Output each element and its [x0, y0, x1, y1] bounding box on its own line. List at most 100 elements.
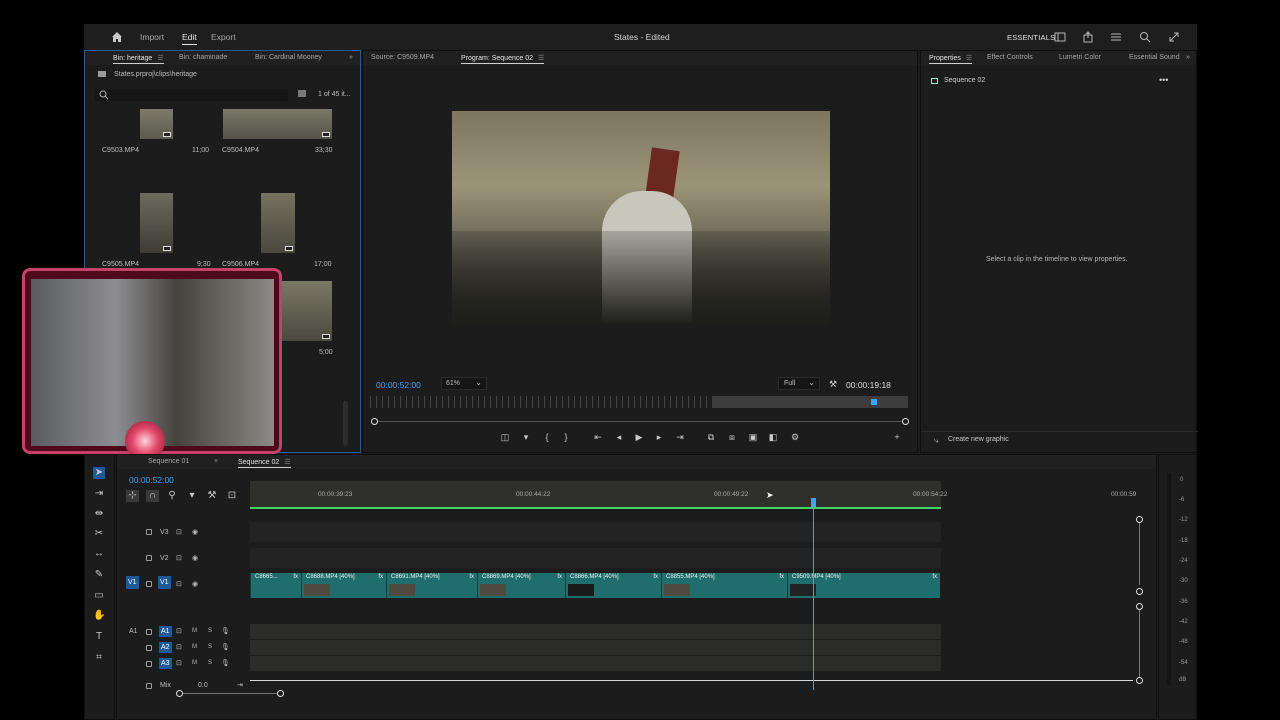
sync-icon[interactable]: ⊡	[176, 580, 182, 588]
workspace-menu[interactable]: ESSENTIALS	[1007, 33, 1055, 42]
track-a1[interactable]	[250, 624, 941, 639]
program-video-frame[interactable]	[452, 111, 830, 324]
microphone-icon[interactable]: 🎙	[221, 627, 230, 635]
track-name-v1[interactable]: V1	[158, 576, 171, 589]
go-to-in-icon[interactable]: ⇤	[593, 432, 603, 442]
slip-icon[interactable]: ↔	[93, 548, 105, 560]
lift-icon[interactable]: ⧉	[706, 432, 716, 442]
lock-icon[interactable]	[146, 645, 152, 651]
timeline-timecode[interactable]: 00:00:52:00	[129, 475, 174, 485]
eye-icon[interactable]: ◉	[192, 554, 198, 562]
track-v2[interactable]	[250, 548, 941, 568]
step-back-icon[interactable]: ◂	[614, 432, 624, 442]
source-patch-a1[interactable]: A1	[129, 628, 138, 635]
zoom-select[interactable]: 61% ⌄	[441, 377, 487, 390]
ripple-edit-icon[interactable]: ⇹	[93, 508, 105, 520]
razor-icon[interactable]: ✂	[93, 528, 105, 540]
sync-icon[interactable]: ⊡	[176, 554, 182, 562]
timeline-horizontal-scroll[interactable]	[180, 693, 280, 694]
tab-lumetri-color[interactable]: Lumetri Color	[1059, 54, 1101, 61]
sync-icon[interactable]: ⊡	[176, 627, 182, 635]
caption-icon[interactable]: ⌗	[93, 652, 105, 664]
timeline-clip[interactable]: C8866.MP4 [40%] fx	[565, 573, 661, 598]
scroll-handle-right[interactable]	[277, 690, 284, 697]
timeline-ruler[interactable]	[250, 481, 941, 509]
tab-menu-icon[interactable]: ☰	[284, 458, 290, 466]
scroll-handle-top[interactable]	[1136, 516, 1143, 523]
lock-icon[interactable]	[146, 683, 152, 689]
compare-icon[interactable]: ◧	[768, 432, 778, 442]
scroll-handle-bottom[interactable]	[1136, 677, 1143, 684]
source-patch-v1[interactable]: V1	[126, 576, 139, 589]
sync-icon[interactable]: ⊡	[176, 643, 182, 651]
go-to-out-icon[interactable]: ⇥	[675, 432, 685, 442]
clip-thumbnail[interactable]	[140, 109, 173, 139]
mute-button[interactable]: M	[192, 628, 197, 634]
tab-sequence-01[interactable]: Sequence 01	[148, 458, 189, 465]
settings-icon[interactable]: ⚙	[790, 432, 800, 442]
hand-icon[interactable]: ✋	[93, 610, 105, 622]
track-name-a3[interactable]: A3	[159, 658, 172, 669]
tab-bin-cardinal-mooney[interactable]: Bin: Cardinal Mooney	[255, 54, 322, 61]
create-graphic-button[interactable]: Create new graphic	[948, 436, 1009, 443]
video-vertical-scroll[interactable]	[1139, 520, 1140, 585]
more-options-icon[interactable]: •••	[1159, 75, 1168, 85]
lock-icon[interactable]	[146, 529, 152, 535]
rectangle-icon[interactable]: ▭	[93, 590, 105, 602]
tab-source[interactable]: Source: C9509.MP4	[371, 54, 434, 61]
tab-menu-icon[interactable]: ☰	[157, 54, 163, 62]
zoom-handle-left[interactable]	[371, 418, 378, 425]
mute-button[interactable]: M	[192, 660, 197, 666]
track-name-a2[interactable]: A2	[159, 642, 172, 653]
wrench-icon[interactable]: ⚒	[829, 379, 837, 390]
timeline-clip[interactable]: C8665... fx	[250, 573, 301, 598]
eye-icon[interactable]: ◉	[192, 528, 198, 536]
marker-icon[interactable]: ▾	[186, 490, 198, 502]
lock-icon[interactable]	[146, 555, 152, 561]
snap-nest-icon[interactable]: ⊹	[126, 490, 139, 502]
tab-program[interactable]: Program: Sequence 02 ☰	[461, 54, 545, 64]
magnet-icon[interactable]: ∩	[146, 490, 159, 502]
extract-icon[interactable]: ⧈	[727, 432, 737, 442]
linked-selection-icon[interactable]: ⚲	[166, 490, 178, 502]
tabs-overflow-icon[interactable]: »	[1186, 54, 1190, 61]
program-timecode[interactable]: 00:00:52:00	[376, 380, 421, 390]
eye-icon[interactable]: ◉	[192, 580, 198, 588]
timeline-clip[interactable]: C8691.MP4 [40%] fx	[386, 573, 477, 598]
type-icon[interactable]: T	[93, 631, 105, 643]
menu-edit[interactable]: Edit	[182, 32, 197, 45]
project-scrollbar[interactable]	[343, 401, 348, 446]
add-button-icon[interactable]: +	[892, 432, 902, 442]
tab-sequence-02[interactable]: Sequence 02 ☰	[238, 458, 291, 468]
mark-in-icon[interactable]: {	[542, 432, 552, 442]
search-input[interactable]	[95, 89, 288, 101]
track-a2[interactable]	[250, 640, 941, 655]
marker-icon[interactable]: ▾	[521, 432, 531, 442]
list-icon[interactable]	[1110, 31, 1122, 43]
timeline-clip[interactable]: C8688.MP4 [40%] fx	[301, 573, 386, 598]
tab-menu-icon[interactable]: ☰	[538, 54, 544, 62]
tab-properties[interactable]: Properties ☰	[929, 54, 973, 64]
scroll-handle-left[interactable]	[176, 690, 183, 697]
lock-icon[interactable]	[146, 581, 152, 587]
selection-tool-icon[interactable]: ➤	[93, 467, 105, 479]
sync-icon[interactable]: ⊡	[176, 659, 182, 667]
tab-bin-chaminade[interactable]: Bin: chaminade	[179, 54, 227, 61]
pen-icon[interactable]: ✎	[93, 569, 105, 581]
close-icon[interactable]: ×	[214, 458, 218, 465]
clip-thumbnail[interactable]	[223, 109, 332, 139]
track-v3[interactable]	[250, 522, 941, 542]
menu-import[interactable]: Import	[140, 32, 164, 42]
fullscreen-icon[interactable]	[1168, 31, 1180, 43]
monitor-playhead[interactable]	[871, 399, 877, 405]
captions-icon[interactable]: ⊡	[226, 490, 238, 502]
lock-icon[interactable]	[146, 629, 152, 635]
sync-icon[interactable]: ⊡	[176, 528, 182, 536]
add-marker-icon[interactable]: ◫	[500, 432, 510, 442]
play-icon[interactable]: ▶	[634, 432, 644, 442]
tab-menu-icon[interactable]: ☰	[966, 54, 972, 62]
quality-select[interactable]: Full ⌄	[778, 377, 820, 390]
camera-icon[interactable]: ▣	[748, 432, 758, 442]
tab-effect-controls[interactable]: Effect Controls	[987, 54, 1033, 61]
menu-export[interactable]: Export	[211, 32, 236, 42]
